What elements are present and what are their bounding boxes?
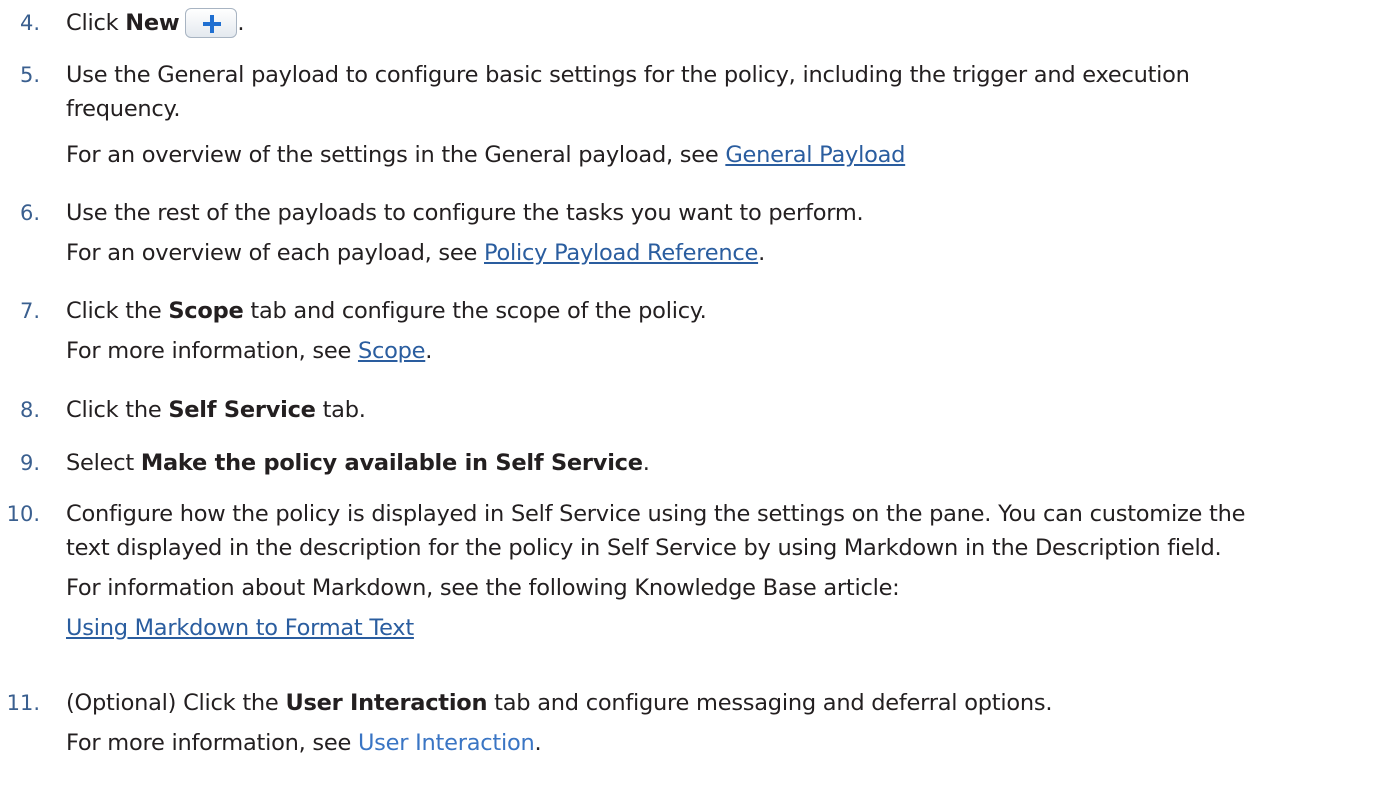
- step-text: (Optional) Click the: [66, 690, 286, 716]
- step-bold-text: New: [125, 10, 180, 36]
- step-body: Click the Scope tab and configure the sc…: [66, 294, 1367, 368]
- step-body: Configure how the policy is displayed in…: [66, 497, 1367, 645]
- step-body: Use the General payload to configure bas…: [66, 58, 1367, 172]
- step-text-line-2: text displayed in the description for th…: [66, 535, 1222, 561]
- step-text-line-2: frequency.: [66, 96, 181, 122]
- step-body: Click New.: [66, 6, 1367, 40]
- document-page: 4. Click New. 5. Use the General payload…: [0, 0, 1377, 788]
- step-number: 8.: [19, 398, 40, 422]
- step-subtext: For an overview of the settings in the G…: [66, 142, 726, 168]
- step-subtext-end: .: [425, 338, 433, 364]
- step-subtext: For more information, see: [66, 338, 358, 364]
- step-subtext: For an overview of each payload, see: [66, 240, 484, 266]
- step-body: Use the rest of the payloads to configur…: [66, 196, 1367, 270]
- step-number: 9.: [19, 451, 40, 475]
- user-interaction-link[interactable]: User Interaction: [358, 730, 535, 756]
- step-number: 5.: [19, 63, 40, 87]
- scope-link[interactable]: Scope: [358, 338, 426, 364]
- step-text-end: .: [642, 450, 650, 476]
- step-text-end: .: [237, 10, 245, 36]
- step-text-end: tab.: [315, 397, 366, 423]
- step-text: Select: [66, 450, 141, 476]
- step-bold-text: Scope: [168, 298, 244, 324]
- step-bold-text: Make the policy available in Self Servic…: [140, 450, 643, 476]
- step-text-end: tab and configure messaging and deferral…: [487, 690, 1053, 716]
- step-text-line-1: Configure how the policy is displayed in…: [66, 501, 1246, 527]
- general-payload-link[interactable]: General Payload: [725, 142, 905, 168]
- step-subtext: For information about Markdown, see the …: [66, 575, 900, 601]
- step-body: Click the Self Service tab.: [66, 393, 1367, 427]
- step-body: (Optional) Click the User Interaction ta…: [66, 686, 1367, 760]
- step-text-line-1: Use the General payload to configure bas…: [66, 62, 1190, 88]
- step-number: 4.: [19, 11, 40, 35]
- step-body: Select Make the policy available in Self…: [66, 446, 1367, 480]
- step-text: Click the: [66, 397, 169, 423]
- policy-payload-reference-link[interactable]: Policy Payload Reference: [484, 240, 758, 266]
- step-text: Click: [66, 10, 126, 36]
- step-text-line-1: Use the rest of the payloads to configur…: [66, 200, 864, 226]
- step-bold-text: User Interaction: [285, 690, 488, 716]
- step-number: 10.: [6, 502, 40, 526]
- new-button[interactable]: [185, 8, 238, 38]
- step-subtext-end: .: [534, 730, 542, 756]
- step-text-end: tab and configure the scope of the polic…: [243, 298, 707, 324]
- step-number: 6.: [19, 201, 40, 225]
- step-number: 7.: [19, 299, 40, 323]
- step-text: Click the: [66, 298, 169, 324]
- step-subtext: For more information, see: [66, 730, 358, 756]
- step-subtext-end: .: [758, 240, 765, 266]
- using-markdown-link[interactable]: Using Markdown to Format Text: [66, 615, 414, 641]
- step-number: 11.: [6, 691, 40, 715]
- step-bold-text: Self Service: [168, 397, 316, 423]
- plus-icon: [203, 15, 222, 33]
